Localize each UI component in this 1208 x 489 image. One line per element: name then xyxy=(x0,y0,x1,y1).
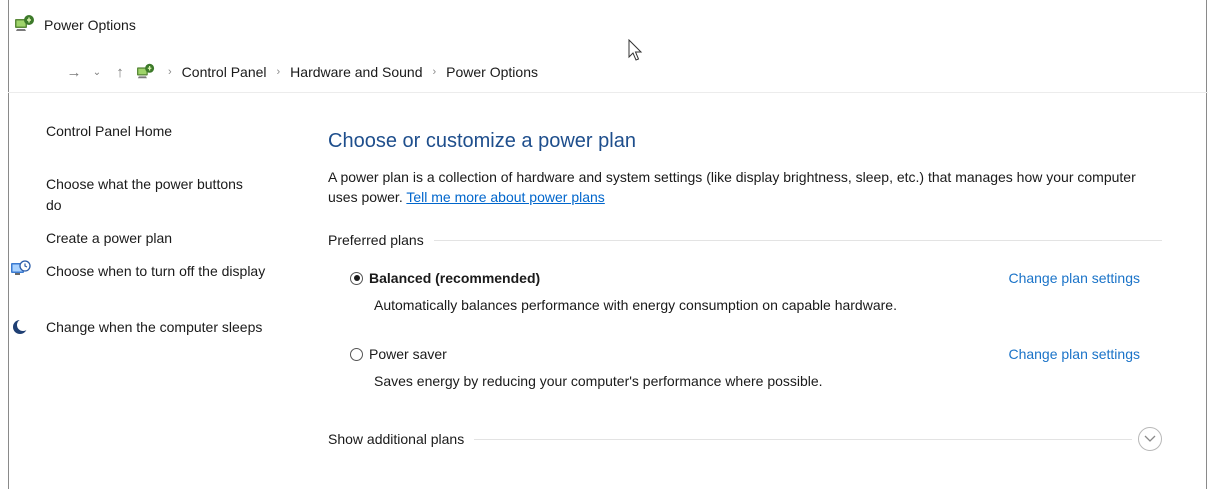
power-options-icon xyxy=(14,13,36,38)
moon-icon xyxy=(10,317,32,339)
plan-row-power-saver: Power saver Change plan settings xyxy=(350,343,1140,365)
mouse-cursor-icon xyxy=(628,38,644,68)
plan-description-power-saver: Saves energy by reducing your computer's… xyxy=(374,373,823,389)
page-title: Choose or customize a power plan xyxy=(328,130,636,152)
address-bar-divider xyxy=(8,92,1208,93)
recent-locations-chevron-icon[interactable]: ⌄ xyxy=(90,67,104,78)
sidebar-item-computer-sleeps[interactable]: Change when the computer sleeps xyxy=(46,317,276,338)
page-description: A power plan is a collection of hardware… xyxy=(328,167,1168,207)
address-bar: → ⌄ ↑ › Control Panel › Hardware and Sou… xyxy=(64,60,538,84)
plan-description-balanced: Automatically balances performance with … xyxy=(374,297,897,313)
plan-name-power-saver[interactable]: Power saver xyxy=(369,346,447,362)
control-panel-icon xyxy=(136,62,156,83)
additional-plans-section: Show additional plans xyxy=(328,427,1162,451)
forward-arrow-icon[interactable]: → xyxy=(64,64,84,81)
breadcrumb-power-options[interactable]: Power Options xyxy=(446,64,538,80)
window-title: Power Options xyxy=(44,17,136,33)
balanced-radio[interactable] xyxy=(350,271,363,285)
preferred-plans-label: Preferred plans xyxy=(328,232,424,248)
sidebar-item-control-panel-home[interactable]: Control Panel Home xyxy=(46,121,172,142)
breadcrumb-control-panel[interactable]: Control Panel xyxy=(182,64,267,80)
display-clock-icon xyxy=(10,260,32,282)
help-link[interactable]: Tell me more about power plans xyxy=(406,189,604,205)
change-plan-settings-balanced-link[interactable]: Change plan settings xyxy=(1008,270,1140,286)
section-divider xyxy=(433,239,1162,241)
breadcrumb-separator-icon: › xyxy=(168,66,172,78)
preferred-plans-section: Preferred plans xyxy=(328,232,1162,248)
sidebar-item-power-buttons[interactable]: Choose what the power buttons do xyxy=(46,174,246,216)
power-saver-radio[interactable] xyxy=(350,347,363,361)
breadcrumb-hardware-and-sound[interactable]: Hardware and Sound xyxy=(290,64,422,80)
breadcrumb-separator-icon: › xyxy=(276,66,281,78)
show-additional-plans-label[interactable]: Show additional plans xyxy=(328,431,464,447)
chevron-down-icon[interactable] xyxy=(1138,427,1162,451)
breadcrumb-separator-icon: › xyxy=(432,66,437,78)
plan-name-balanced[interactable]: Balanced (recommended) xyxy=(369,270,540,286)
sidebar-item-create-plan[interactable]: Create a power plan xyxy=(46,228,172,249)
section-divider xyxy=(474,438,1132,440)
plan-row-balanced: Balanced (recommended) Change plan setti… xyxy=(350,267,1140,289)
title-bar: Power Options xyxy=(14,14,136,36)
change-plan-settings-power-saver-link[interactable]: Change plan settings xyxy=(1008,346,1140,362)
sidebar-item-display-off[interactable]: Choose when to turn off the display xyxy=(46,261,276,282)
up-arrow-icon[interactable]: ↑ xyxy=(110,64,130,81)
